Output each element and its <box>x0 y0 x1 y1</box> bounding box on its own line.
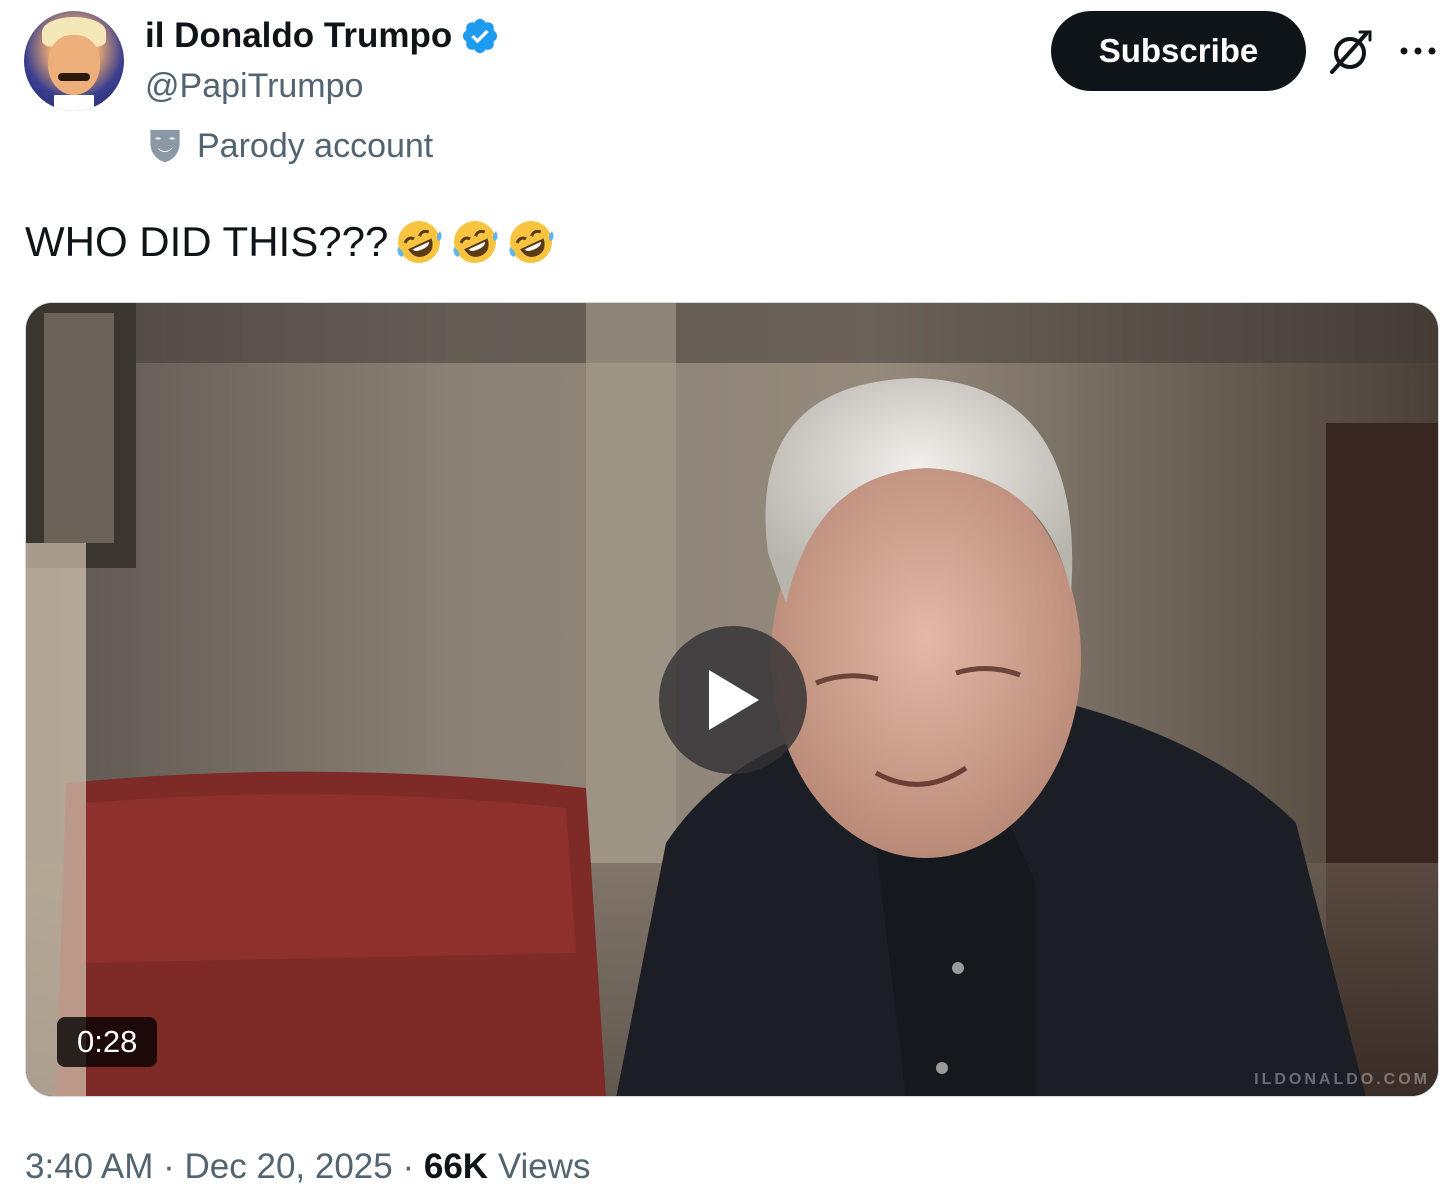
grok-icon[interactable] <box>1326 28 1374 76</box>
rolling-on-the-floor-laughing-icon <box>509 221 554 263</box>
more-icon[interactable] <box>1398 38 1438 64</box>
tweet-text-content: WHO DID THIS??? <box>25 218 389 265</box>
subscribe-button[interactable]: Subscribe <box>1051 11 1306 91</box>
rolling-on-the-floor-laughing-icon <box>397 221 442 263</box>
avatar-face <box>48 35 100 95</box>
parody-label: Parody account <box>147 124 433 168</box>
tweet-text: WHO DID THIS??? <box>25 214 556 270</box>
author-display-name-row[interactable]: il Donaldo Trumpo <box>145 14 500 58</box>
author-avatar[interactable] <box>24 11 124 111</box>
views-label: Views <box>497 1147 591 1186</box>
parody-label-text: Parody account <box>197 127 434 165</box>
avatar-mustache <box>58 73 90 81</box>
parody-mask-icon <box>150 129 180 163</box>
author-display-name[interactable]: il Donaldo Trumpo <box>145 14 452 58</box>
video-watermark: ILDONALDO.COM <box>1254 1071 1430 1088</box>
tweet-date[interactable]: Dec 20, 2025 <box>185 1147 393 1186</box>
play-button[interactable] <box>659 626 807 774</box>
video-player[interactable]: 0:28 ILDONALDO.COM <box>25 302 1439 1097</box>
meta-separator: · <box>153 1147 185 1186</box>
views-count: 66K <box>423 1147 489 1186</box>
video-duration: 0:28 <box>57 1017 158 1067</box>
tweet-meta: 3:40 AM · Dec 20, 2025 · 66K Views <box>25 1143 591 1191</box>
meta-separator: · <box>392 1147 424 1186</box>
tweet-time[interactable]: 3:40 AM <box>25 1147 153 1186</box>
play-icon <box>709 670 759 730</box>
verified-badge-icon <box>463 18 498 54</box>
author-handle[interactable]: @PapiTrumpo <box>145 64 363 108</box>
avatar-shirt <box>54 95 94 111</box>
rolling-on-the-floor-laughing-icon <box>453 221 498 263</box>
